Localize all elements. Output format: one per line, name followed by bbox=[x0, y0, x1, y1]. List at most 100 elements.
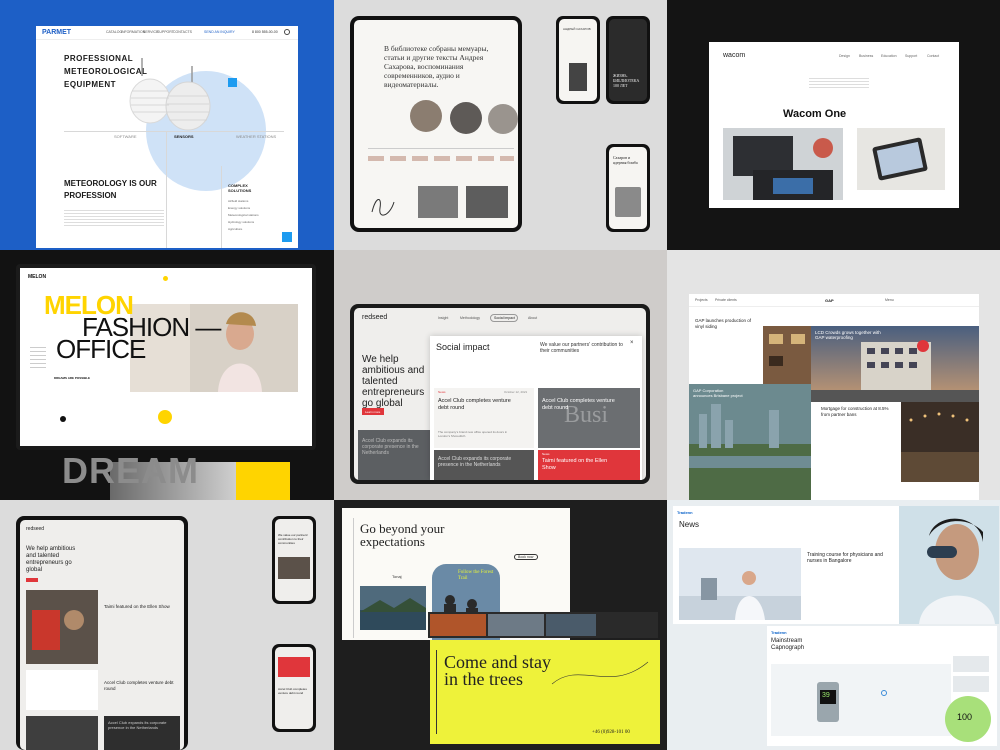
card-tag: News bbox=[438, 390, 446, 394]
parmet-slogan-1: METEOROLOGY IS OUR bbox=[64, 179, 157, 188]
portrait-circle[interactable] bbox=[410, 100, 442, 132]
wacom-logo[interactable]: wacom bbox=[723, 52, 745, 59]
redseed-nav-item[interactable]: Social impact bbox=[494, 316, 515, 320]
news-card[interactable]: News October 12, 2021 Accel Club complet… bbox=[434, 388, 534, 448]
phone-frame: Сахаров и ядерная бомба bbox=[606, 144, 650, 232]
parmet-solution-item[interactable]: Meteorological stations bbox=[228, 213, 259, 217]
news-title: News bbox=[679, 520, 700, 529]
redseed2-logo[interactable]: redseed bbox=[26, 526, 44, 532]
redseed2-card[interactable]: Taimi featured on the Ellen Show bbox=[104, 604, 174, 610]
parmet-logo[interactable]: PARMET bbox=[42, 29, 71, 36]
parmet-tab-stations[interactable]: WEATHER STATIONS bbox=[236, 134, 276, 139]
wacom-menu-item[interactable]: Design bbox=[839, 54, 850, 58]
thumbnail[interactable] bbox=[953, 676, 989, 692]
divider bbox=[368, 148, 514, 149]
trees-photo-thumb[interactable] bbox=[430, 614, 486, 636]
close-icon[interactable]: × bbox=[630, 340, 634, 346]
gap-nav-item[interactable]: Projects bbox=[695, 298, 708, 302]
portrait-circle[interactable] bbox=[488, 104, 518, 134]
parmet-tab-software[interactable]: SOFTWARE bbox=[114, 134, 137, 139]
card-date: October 12, 2021 bbox=[504, 390, 528, 394]
trees-sidebar[interactable] bbox=[342, 518, 354, 638]
medical-logo[interactable]: Tradenn bbox=[771, 630, 787, 635]
redseed-logo[interactable]: redseed bbox=[362, 314, 387, 321]
wacom-menu-item[interactable]: Education bbox=[881, 54, 897, 58]
gap-card-text[interactable]: GAP launches production of vinyl siding bbox=[695, 318, 755, 329]
divider bbox=[221, 166, 222, 248]
redseed2-cta[interactable] bbox=[26, 578, 38, 582]
parmet-slogan-2: PROFESSION bbox=[64, 191, 117, 200]
parmet-solution-item[interactable]: Agriculture bbox=[228, 227, 242, 231]
play-button[interactable] bbox=[158, 410, 172, 424]
wacom-intro-text bbox=[809, 76, 869, 90]
gap-menu-link[interactable]: Menu bbox=[885, 298, 894, 302]
melon-side-nav[interactable] bbox=[30, 344, 46, 368]
redseed-cta-button[interactable]: Learn more bbox=[362, 408, 384, 415]
parmet-nav-support[interactable]: SUPPORT bbox=[157, 30, 174, 34]
parmet-solution-item[interactable]: Airfield stations bbox=[228, 199, 248, 203]
melon-link[interactable]: DREAMS ARE POSSIBLE bbox=[54, 376, 90, 380]
slider-next-button[interactable] bbox=[228, 78, 237, 87]
melon-bottom-word: DREAM bbox=[62, 450, 199, 491]
wacom-menu-item[interactable]: Contact bbox=[927, 54, 939, 58]
parmet-nav-catalog[interactable]: CATALOG bbox=[106, 30, 122, 34]
phone-screen: Accel Club completes venture debt round bbox=[275, 647, 313, 729]
device-value: 39 bbox=[822, 692, 830, 699]
redseed2-card[interactable]: Accel Club expands its corporate presenc… bbox=[108, 720, 168, 730]
phone-screen: Сахаров и ядерная бомба bbox=[609, 147, 647, 229]
tablet-screen: В библиотеке собраны мемуары, статьи и д… bbox=[354, 20, 518, 228]
scroll-up-button[interactable] bbox=[282, 232, 292, 242]
gap-card-text[interactable]: LCD Crowds grows together with GAP water… bbox=[815, 330, 885, 340]
gap-card-text[interactable]: Mortgage for construction at 8.5% from p… bbox=[821, 406, 891, 417]
signature-icon bbox=[368, 192, 398, 220]
medical-panel: Tradenn News Training course for physici… bbox=[667, 500, 1000, 750]
archive-photo[interactable] bbox=[466, 186, 508, 218]
parmet-nav-information[interactable]: INFORMATION bbox=[121, 30, 145, 34]
wacom-menu-item[interactable]: Business bbox=[859, 54, 873, 58]
redseed2-blank-card bbox=[26, 670, 98, 710]
card-title: Accel Club expands its corporate presenc… bbox=[438, 456, 512, 468]
gap-photo-garden bbox=[901, 402, 979, 482]
redseed-nav-item[interactable]: About bbox=[528, 316, 537, 320]
archive-photo[interactable] bbox=[418, 186, 458, 218]
trees-panel: Go beyond your expectations Tonaj Book n… bbox=[334, 500, 668, 750]
news-card[interactable]: Accel Club expands its corporate presenc… bbox=[434, 450, 534, 480]
parmet-tab-sensors[interactable]: SENSORS bbox=[174, 134, 194, 139]
device-screen: 39 bbox=[820, 690, 836, 704]
phone-red-card[interactable] bbox=[278, 657, 310, 677]
category-tabs[interactable] bbox=[368, 156, 514, 161]
trees-book-button[interactable]: Book now bbox=[514, 554, 538, 560]
thumbnail[interactable] bbox=[953, 656, 989, 672]
redseed2-card[interactable]: Accel Club completes venture debt round bbox=[104, 680, 174, 691]
search-icon[interactable] bbox=[284, 29, 290, 35]
parmet-inquiry-link[interactable]: SEND AN INQUIRY bbox=[204, 30, 235, 34]
medical-logo[interactable]: Tradenn bbox=[677, 510, 693, 515]
wacom-photo-laptop bbox=[723, 128, 843, 200]
news-card[interactable]: News Taimi featured on the Ellen Show bbox=[538, 450, 640, 480]
gap-logo[interactable]: GAP bbox=[825, 298, 834, 303]
redseed-mobile-panel: redseed We help ambitious and talented e… bbox=[0, 500, 334, 750]
portrait-circle[interactable] bbox=[450, 102, 482, 134]
redseed-nav-item[interactable]: Methodology bbox=[460, 316, 480, 320]
melon-logo[interactable]: MELON bbox=[28, 274, 46, 280]
wacom-menu-item[interactable]: Support bbox=[905, 54, 917, 58]
divider bbox=[689, 306, 979, 307]
parmet-solution-item[interactable]: Energy solutions bbox=[228, 206, 250, 210]
menu-icon[interactable] bbox=[163, 276, 168, 281]
trees-photo-thumb[interactable] bbox=[546, 614, 596, 636]
news-card-title[interactable]: Training course for physicians and nurse… bbox=[807, 552, 887, 564]
parmet-phone: 8 800 555-00-00 bbox=[252, 30, 278, 34]
gap-nav-item[interactable]: Private clients bbox=[715, 298, 737, 302]
parmet-solution-item[interactable]: Hydrology solutions bbox=[228, 220, 254, 224]
news-card[interactable]: Busi Accel Club completes venture debt r… bbox=[538, 388, 640, 448]
phone-frame: ЖИЗНЬ. БИБЛИОТЕКА 100 ЛЕТ bbox=[606, 16, 650, 104]
phone-card-text: Accel Club completes venture debt round bbox=[278, 687, 307, 695]
parmet-nav-contacts[interactable]: CONTACTS bbox=[173, 30, 192, 34]
redseed-nav-item[interactable]: Insight bbox=[438, 316, 448, 320]
phone-frame: Accel Club completes venture debt round bbox=[272, 644, 316, 732]
product-image-area: 39 bbox=[771, 664, 951, 736]
trees-phone[interactable]: +46 (0)928-101 00 bbox=[592, 730, 630, 735]
phone-caption: ЖИЗНЬ. БИБЛИОТЕКА 100 ЛЕТ bbox=[613, 73, 640, 88]
gap-card-text[interactable]: GAP Corporation announces Brisbane proje… bbox=[693, 388, 743, 398]
trees-photo-thumb[interactable] bbox=[488, 614, 544, 636]
